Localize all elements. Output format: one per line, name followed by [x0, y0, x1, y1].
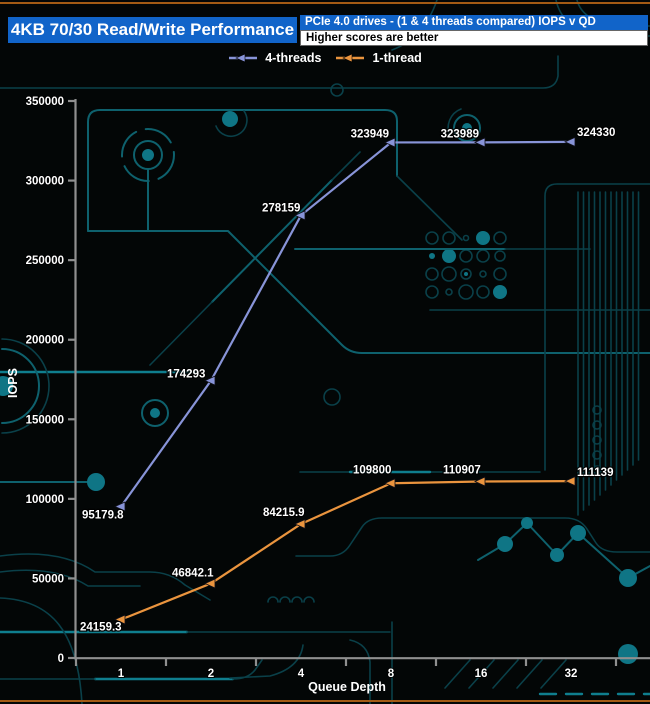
x-tick-label: 2	[208, 668, 214, 680]
x-axis-title: Queue Depth	[308, 680, 386, 694]
iops-vs-queue-depth-line-chart: 0 50000 100000 150000 200000 250000 300000 3500…	[6, 95, 650, 694]
data-point-marker-1-thread	[564, 476, 576, 487]
y-tick-label: 50000	[32, 573, 64, 585]
benchmark-chart-screenshot: 4KB 70/30 Read/Write Performance PCIe 4.…	[0, 0, 650, 704]
data-label-1-thread: 109800	[353, 464, 391, 476]
series-line-1-thread	[120, 480, 572, 621]
x-tick-label: 1	[118, 668, 125, 680]
x-tick-label: 8	[388, 668, 395, 680]
x-tick-label: 32	[565, 668, 578, 680]
data-label-1-thread: 24159.3	[80, 622, 122, 634]
y-axis-title: IOPS	[6, 368, 20, 398]
y-tick-label: 350000	[26, 96, 64, 108]
y-tick-label: 150000	[26, 414, 64, 426]
data-label-4-threads: 323989	[441, 128, 479, 140]
y-tick-label: 200000	[26, 335, 64, 347]
data-label-4-threads: 278159	[262, 202, 300, 214]
data-label-1-thread: 111139	[577, 467, 613, 479]
x-tick-label: 4	[298, 668, 305, 680]
data-point-marker-4-threads	[564, 136, 576, 147]
data-label-4-threads: 324330	[577, 127, 615, 139]
data-point-marker-1-thread	[204, 578, 216, 589]
data-label-1-thread: 46842.1	[172, 567, 214, 579]
y-tick-label: 250000	[26, 255, 64, 267]
data-label-4-threads: 323949	[351, 128, 389, 140]
data-label-4-threads: 174293	[167, 369, 205, 381]
y-tick-label: 0	[58, 653, 64, 665]
data-label-1-thread: 110907	[443, 464, 481, 476]
y-tick-label: 300000	[26, 176, 64, 188]
data-point-marker-1-thread	[474, 476, 486, 487]
series-line-4-threads	[120, 140, 572, 508]
y-tick-label: 100000	[26, 494, 64, 506]
data-label-4-threads: 95179.8	[82, 510, 124, 522]
data-label-1-thread: 84215.9	[263, 507, 305, 519]
x-tick-label: 16	[475, 668, 488, 680]
